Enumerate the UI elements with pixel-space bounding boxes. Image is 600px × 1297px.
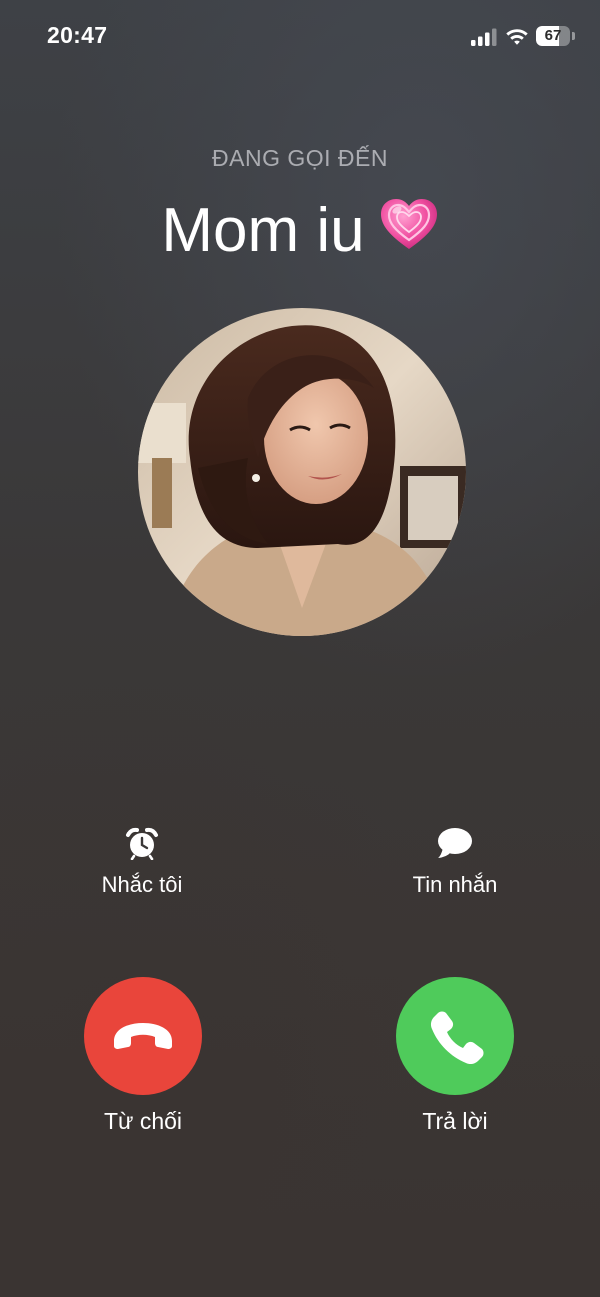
message-label: Tin nhắn xyxy=(412,872,498,897)
accept-label: Trả lời xyxy=(422,1108,488,1134)
cellular-signal-icon xyxy=(471,28,497,46)
decline-label: Từ chối xyxy=(103,1108,183,1134)
message-button[interactable]: Tin nhắn xyxy=(355,826,555,898)
call-status: ĐANG GỌI ĐẾN xyxy=(212,145,388,171)
phone-icon xyxy=(430,1011,484,1065)
alarm-clock-icon xyxy=(126,827,158,860)
pink-heart-emoji xyxy=(380,199,437,249)
wifi-icon xyxy=(506,29,528,45)
caller-name: Mom iu xyxy=(161,196,365,265)
message-bubble-icon xyxy=(438,828,472,858)
caller-avatar xyxy=(138,308,466,636)
accept-button[interactable] xyxy=(396,977,514,1095)
remind-me-button[interactable]: Nhắc tôi xyxy=(42,826,242,898)
remind-me-label: Nhắc tôi xyxy=(101,872,183,897)
caller-name-row: Mom iu xyxy=(0,193,600,269)
hang-up-icon xyxy=(114,1023,172,1049)
decline-button[interactable] xyxy=(84,977,202,1095)
battery-indicator: 67 xyxy=(536,26,576,46)
battery-level: 67 xyxy=(544,27,562,44)
status-time: 20:47 xyxy=(47,22,108,48)
status-bar: 20:47 67 xyxy=(0,0,600,70)
